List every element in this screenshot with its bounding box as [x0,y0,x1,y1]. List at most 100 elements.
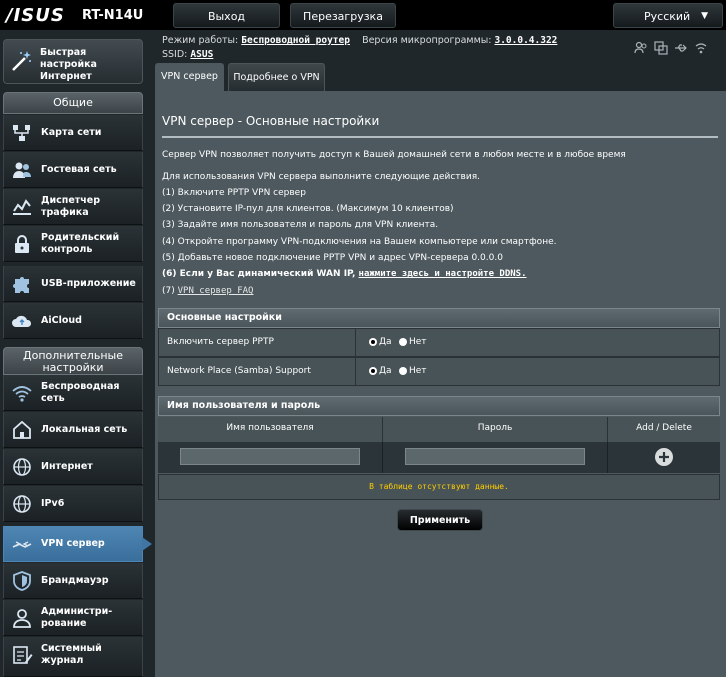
sidebar-item-lan[interactable]: Локальная сеть [3,412,143,448]
username-input[interactable] [180,448,360,465]
samba-no-radio[interactable]: Нет [399,366,427,376]
sidebar-item-label: Локальная сеть [41,424,128,435]
sidebar-item-label: VPN сервер [41,538,105,549]
traffic-manager-icon [11,196,33,218]
vpn-icon [11,533,33,555]
users-header: Имя пользователя и пароль [158,396,720,416]
sidebar-item-traffic-manager[interactable]: Диспетчер трафика [3,189,143,225]
sidebar-item-label: Системный журнал [41,643,102,666]
radio-checked-icon [369,338,377,346]
language-value: Русский [644,10,691,23]
operation-mode-link[interactable]: Беспроводной роутер [241,35,350,46]
basic-settings-header: Основные настройки [158,308,720,328]
tab-vpn-details[interactable]: Подробнее о VPN [228,63,325,91]
column-header-action: Add / Delete [608,417,720,442]
sidebar-item-label: USB-приложение [41,278,136,289]
radio-label: Нет [409,366,427,376]
model-name: RT-N14U [82,8,144,23]
guest-network-icon [11,159,33,181]
sidebar-item-aicloud[interactable]: AiCloud [3,303,143,339]
samba-support-row: Network Place (Samba) Support Да Нет [158,357,720,386]
step-6-text: (6) Если у Вас динамический WAN IP, [162,269,359,279]
sidebar-item-label: Гостевая сеть [41,164,117,175]
sidebar-item-label: Диспетчер трафика [41,195,101,218]
logout-button[interactable]: Выход [173,3,280,28]
password-cell [383,442,608,473]
usb-app-icon [11,273,33,295]
column-header-username: Имя пользователя [158,417,383,442]
steps-intro: Для использования VPN сервера выполните … [162,172,480,182]
tab-vpn-server[interactable]: VPN сервер [155,63,224,91]
usb-icon[interactable] [674,40,688,54]
ddns-link[interactable]: нажмите здесь и настройте DDNS. [359,269,527,279]
sidebar-item-parental-control[interactable]: Родительский контроль [3,226,143,262]
internet-icon [11,456,33,478]
top-bar: /ISUS RT-N14U Выход Перезагрузка Русский… [0,0,726,30]
step-2: (2) Установите IP-пул для клиентов. (Мак… [162,204,454,214]
qis-label: Быстрая настройка Интернет [40,47,97,82]
password-input[interactable] [405,448,585,465]
ssid-link[interactable]: ASUS [190,49,213,60]
quick-internet-setup-button[interactable]: Быстрая настройка Интернет [3,39,143,84]
sidebar-item-internet[interactable]: Интернет [3,449,143,485]
add-icon[interactable] [654,447,674,467]
firmware-link[interactable]: 3.0.0.4.322 [494,35,557,46]
step-1: (1) Включите PPTP VPN сервер [162,188,306,198]
radio-label: Да [379,337,392,347]
aicloud-icon [11,310,33,332]
samba-yes-radio[interactable]: Да [369,366,392,376]
operation-mode-line: Режим работы: Беспроводной роутер Версия… [162,35,557,46]
sidebar-item-label: Беспроводная сеть [41,381,120,404]
sidebar-item-administration[interactable]: Администри-рование [3,600,143,636]
administration-icon [11,607,33,629]
step-6: (6) Если у Вас динамический WAN IP, нажм… [162,269,527,279]
title-divider [162,136,718,138]
chevron-down-icon: ▼ [701,11,708,21]
sidebar-item-label: Интернет [41,461,93,472]
sidebar-item-ipv6[interactable]: IPv6 [3,486,143,522]
sidebar-item-system-log[interactable]: Системный журнал [3,637,143,677]
sidebar-item-firewall[interactable]: Брандмауэр [3,563,143,599]
sidebar-item-guest-network[interactable]: Гостевая сеть [3,152,143,188]
firmware-label: Версия микропрограммы: [362,35,492,46]
clients-icon[interactable] [634,40,648,54]
sidebar-item-network-map[interactable]: Карта сети [3,115,143,151]
pptp-enable-yes-radio[interactable]: Да [369,337,392,347]
radio-unchecked-icon [399,367,407,375]
step-5: (5) Добавьте новое подключение PPTP VPN … [162,253,503,263]
reboot-button[interactable]: Перезагрузка [290,3,396,28]
operation-mode-label: Режим работы: [162,35,239,46]
apply-button[interactable]: Применить [397,509,483,531]
radio-label: Да [379,366,392,376]
samba-support-label: Network Place (Samba) Support [159,358,356,385]
ipv6-icon [11,493,33,515]
pptp-enable-row: Включить сервер PPTP Да Нет [158,328,720,357]
asus-logo: /ISUS [6,5,65,26]
firewall-icon [11,570,33,592]
copy-icon[interactable] [654,40,668,55]
sidebar-item-usb-app[interactable]: USB-приложение [3,266,143,302]
status-icons [634,40,722,55]
sidebar-item-label: Брандмауэр [41,575,109,586]
radio-checked-icon [369,367,377,375]
sidebar-item-vpn-server[interactable]: VPN сервер [3,526,152,562]
magic-wand-icon [10,49,34,73]
language-select[interactable]: Русский ▼ [613,3,723,28]
network-map-icon [11,122,33,144]
sidebar-item-label: Карта сети [41,127,102,138]
empty-table-message: В таблице отсутствуют данные. [158,474,720,500]
vpn-faq-link[interactable]: VPN сервер FAQ [178,286,254,296]
pptp-enable-no-radio[interactable]: Нет [399,337,427,347]
sidebar-item-label: IPv6 [41,498,65,509]
system-log-icon [11,644,33,666]
wireless-icon [11,382,33,404]
advanced-header: Дополнительные настройки [3,347,143,375]
parental-control-icon [11,233,33,255]
wifi-icon[interactable] [694,40,708,54]
action-cell [608,442,720,473]
column-header-password: Пароль [383,417,608,442]
step-4: (4) Откройте программу VPN-подключения н… [162,237,557,247]
step-7: (7) VPN сервер FAQ [162,286,253,296]
sidebar-item-wireless[interactable]: Беспроводная сеть [3,375,143,411]
lan-icon [11,419,33,441]
